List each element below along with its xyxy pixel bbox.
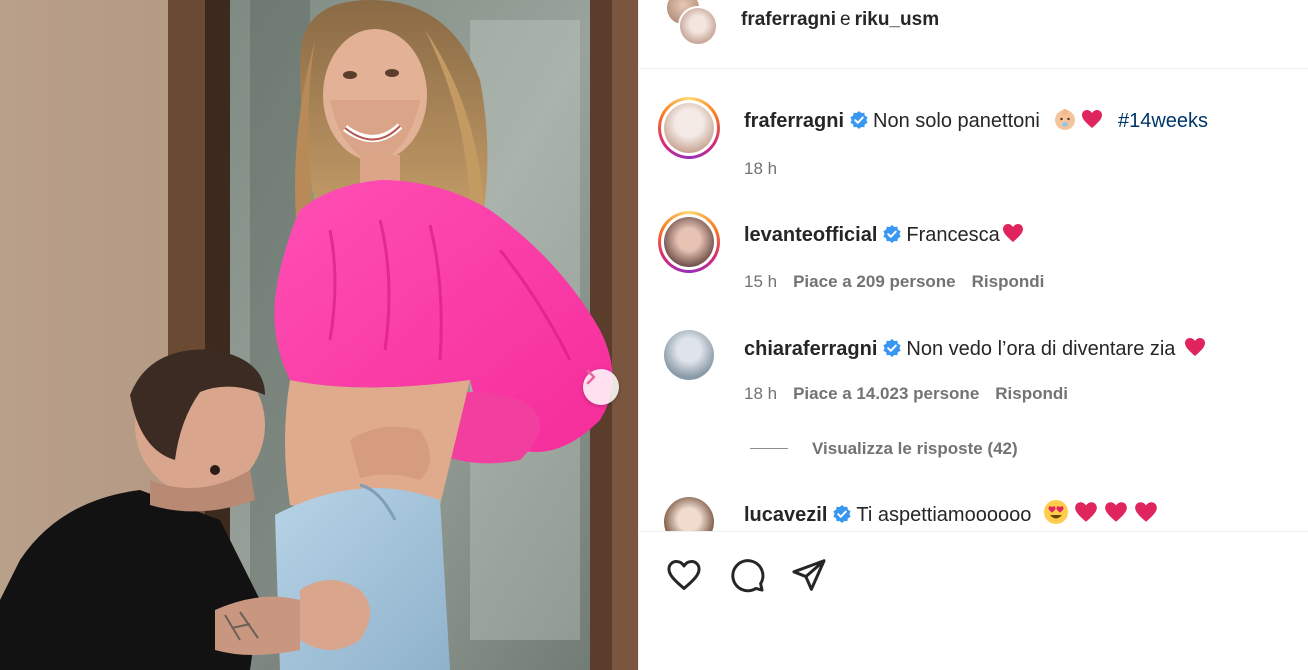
avatar xyxy=(664,217,714,267)
baby-emoji-icon xyxy=(1055,109,1076,130)
avatar[interactable] xyxy=(664,497,714,531)
avatar-story-ring[interactable] xyxy=(658,211,720,273)
reply-button[interactable]: Rispondi xyxy=(995,384,1068,403)
comment-item: lucavezil Ti aspettiamoooooo xyxy=(639,494,1308,531)
red-heart-emoji-icon xyxy=(1185,338,1206,356)
comment-text: Ti aspettiamoooooo xyxy=(856,504,1032,526)
caption-time[interactable]: 18 h xyxy=(744,159,777,178)
comment-username[interactable]: levanteofficial xyxy=(744,224,877,246)
comments-list[interactable]: fraferragni Non solo panettoni #14weeks 1… xyxy=(639,69,1308,531)
reply-button[interactable]: Rispondi xyxy=(972,272,1045,291)
author-username-link[interactable]: fraferragni xyxy=(741,9,836,30)
comment-bubble-icon xyxy=(731,559,765,593)
verified-badge-icon xyxy=(883,225,901,243)
red-heart-emoji-icon xyxy=(1135,502,1157,522)
avatar[interactable] xyxy=(664,330,714,380)
post-photo-illustration xyxy=(0,0,638,670)
red-heart-emoji-icon xyxy=(1082,110,1103,128)
red-heart-emoji-icon xyxy=(1105,502,1127,522)
post-actions-bar xyxy=(639,531,1308,622)
caption-text: Non solo panettoni xyxy=(873,110,1040,132)
avatar-story-ring[interactable] xyxy=(658,97,720,159)
avatar xyxy=(678,6,718,46)
post-header: fraferragni e riku_usm xyxy=(639,0,1308,69)
red-heart-emoji-icon xyxy=(1002,224,1023,242)
comment-item: levanteofficial Francesca 15 h Piace a 209… xyxy=(639,211,1308,311)
post-authors: fraferragni e riku_usm xyxy=(741,9,939,31)
share-button[interactable] xyxy=(788,554,830,596)
comment-username[interactable]: chiaraferragni xyxy=(744,338,877,360)
post-photo xyxy=(0,0,638,670)
comment-time[interactable]: 18 h xyxy=(744,384,777,403)
view-replies-button[interactable]: Visualizza le risposte (42) xyxy=(750,439,1018,459)
caption-username[interactable]: fraferragni xyxy=(744,110,844,132)
comment-text: Non vedo l’ora di diventare zia xyxy=(906,338,1176,360)
red-heart-emoji-icon xyxy=(1075,502,1097,522)
view-replies-label: Visualizza le risposte (42) xyxy=(812,439,1018,458)
next-photo-button[interactable] xyxy=(583,369,619,405)
verified-badge-icon xyxy=(883,339,901,357)
comment-likes[interactable]: Piace a 14.023 persone xyxy=(793,384,979,403)
verified-badge-icon xyxy=(850,111,868,129)
collab-avatars[interactable] xyxy=(665,0,718,48)
heart-eyes-emoji-icon xyxy=(1043,500,1068,524)
avatar xyxy=(664,103,714,153)
post-caption: fraferragni Non solo panettoni #14weeks 1… xyxy=(639,97,1308,207)
comment-time[interactable]: 15 h xyxy=(744,272,777,291)
replies-divider xyxy=(750,448,788,449)
hashtag-link[interactable]: #14weeks xyxy=(1118,110,1208,132)
verified-badge-icon xyxy=(833,505,851,523)
author-username-link[interactable]: riku_usm xyxy=(855,9,939,30)
like-button[interactable] xyxy=(663,554,705,596)
author-conjunction: e xyxy=(840,9,851,30)
comment-button[interactable] xyxy=(726,554,768,596)
chevron-right-icon xyxy=(586,369,596,385)
paper-plane-icon xyxy=(792,559,826,591)
comment-text: Francesca xyxy=(906,224,1000,246)
comment-username[interactable]: lucavezil xyxy=(744,504,827,526)
heart-outline-icon xyxy=(667,560,701,590)
post-details-panel: fraferragni e riku_usm fraferragni Non solo… xyxy=(638,0,1308,670)
comment-likes[interactable]: Piace a 209 persone xyxy=(793,272,956,291)
